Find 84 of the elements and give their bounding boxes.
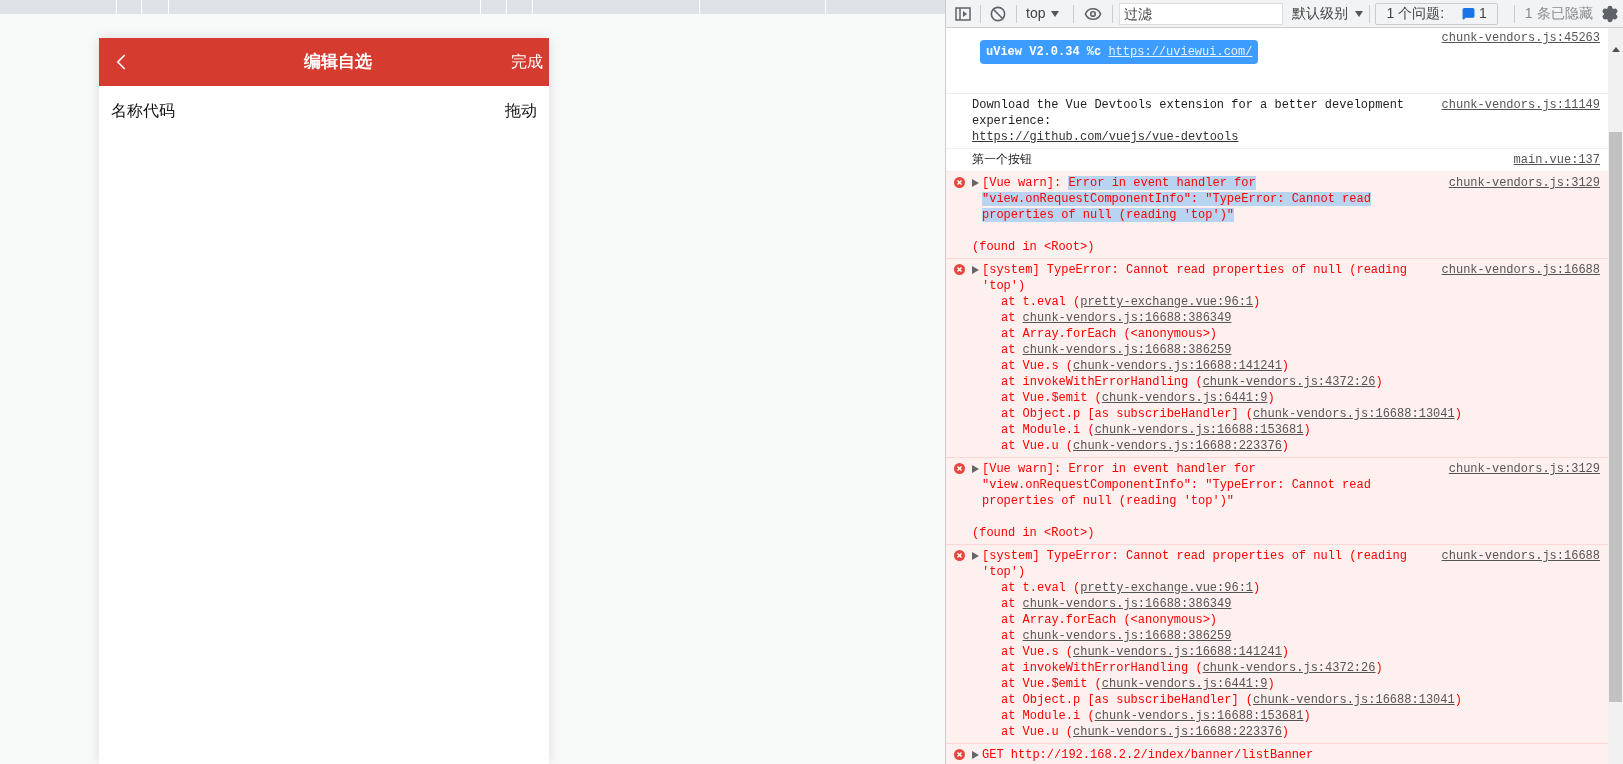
scrollbar-thumb[interactable] — [1609, 132, 1622, 702]
stack-frame: at Array.forEach (<anonymous>) — [972, 612, 1600, 628]
source-link[interactable]: chunk-vendors.js:3129 — [1448, 175, 1600, 191]
error-message: [system] TypeError: Cannot read properties of null (reading 'top') — [982, 262, 1408, 294]
message-icon — [1462, 7, 1476, 20]
source-link[interactable]: chunk-vendors.js:16688:141241 — [1073, 645, 1282, 659]
error-icon — [954, 463, 965, 474]
stack-frame: at chunk-vendors.js:16688:386349 — [972, 310, 1600, 326]
context-dropdown[interactable]: top — [1026, 3, 1060, 24]
stack-frame: at Vue.$emit (chunk-vendors.js:6441:9) — [972, 390, 1600, 406]
issues-button[interactable]: 1 个问题: 1 — [1375, 2, 1498, 25]
stack-frame: at Object.p [as subscribeHandler] (chunk-vendors.js:16688:13041) — [972, 406, 1600, 422]
stack-frame: at invokeWithErrorHandling (chunk-vendors.js:4372:26) — [972, 374, 1600, 390]
source-link[interactable]: chunk-vendors.js:4372:26 — [1202, 375, 1376, 389]
column-header: 名称代码 — [111, 101, 175, 121]
level-dropdown[interactable]: 默认级别 — [1292, 3, 1364, 24]
source-link[interactable]: chunk-vendors.js:16688:386349 — [1022, 597, 1232, 611]
error-icon — [954, 177, 965, 188]
log-message: 第一个按钮 — [972, 152, 1033, 168]
error-context: (found in <Root>) — [972, 525, 1096, 541]
source-link[interactable]: chunk-vendors.js:16688:386259 — [1022, 629, 1232, 643]
stack-frame: at Object.p [as subscribeHandler] (chunk-vendors.js:16688:13041) — [972, 692, 1600, 708]
source-link[interactable]: chunk-vendors.js:16688:153681 — [1094, 709, 1304, 723]
expand-icon[interactable] — [972, 179, 979, 187]
error-icon — [954, 749, 965, 760]
error-message: [Vue warn]: Error in event handler for "view.onRequestComponentInfo": "TypeError: Cannot read properties of null (reading 'top')" — [982, 175, 1372, 223]
source-link[interactable]: chunk-vendors.js:16688:386349 — [1022, 311, 1232, 325]
stack-frame: at Vue.s (chunk-vendors.js:16688:141241) — [972, 644, 1600, 660]
scrollbar[interactable] — [1608, 28, 1623, 764]
filter-field[interactable]: 过滤 — [1119, 2, 1284, 25]
stack-frame: at t.eval (pretty-exchange.vue:96:1) — [972, 294, 1600, 310]
stack-frame: at Array.forEach (<anonymous>) — [972, 326, 1600, 342]
stack-frame: at Vue.s (chunk-vendors.js:16688:141241) — [972, 358, 1600, 374]
stack-frame: at chunk-vendors.js:16688:386349 — [972, 596, 1600, 612]
clear-icon[interactable] — [990, 5, 1006, 22]
settings-icon[interactable] — [1600, 4, 1619, 23]
page-title: 编辑自选 — [302, 51, 373, 74]
stack-frame: at Vue.$emit (chunk-vendors.js:6441:9) — [972, 676, 1600, 692]
source-link[interactable]: chunk-vendors.js:16688:141241 — [1073, 359, 1282, 373]
url-link[interactable]: https://github.com/vuejs/vue-devtools — [972, 130, 1239, 144]
scroll-up-icon[interactable] — [1611, 47, 1620, 52]
error-message: [Vue warn]: Error in event handler for "view.onRequestComponentInfo": "TypeError: Cannot read properties of null (reading 'top')" — [982, 461, 1372, 509]
console-badge: uView V2.0.34 %c https://uviewui.com/ — [980, 40, 1259, 64]
sidebar-icon[interactable] — [955, 5, 971, 22]
expand-icon[interactable] — [972, 552, 979, 560]
stack-frame: at Module.i (chunk-vendors.js:16688:153681) — [972, 422, 1600, 438]
caret-icon — [1355, 10, 1364, 17]
source-link[interactable]: main.vue:137 — [1513, 152, 1600, 168]
source-link[interactable]: chunk-vendors.js:16688:223376 — [1073, 725, 1282, 739]
stack-frame: at Module.i (chunk-vendors.js:16688:153681) — [972, 708, 1600, 724]
source-link[interactable]: chunk-vendors.js:3129 — [1448, 461, 1600, 477]
expand-icon[interactable] — [972, 266, 979, 274]
error-context: (found in <Root>) — [972, 239, 1096, 255]
stack-frame: at chunk-vendors.js:16688:386259 — [972, 628, 1600, 644]
source-link[interactable]: chunk-vendors.js:6441:9 — [1101, 677, 1268, 691]
expand-icon[interactable] — [972, 751, 979, 759]
source-link[interactable]: pretty-exchange.vue:96:1 — [1080, 295, 1254, 309]
source-link[interactable]: chunk-vendors.js:45263 — [1441, 30, 1600, 46]
stack-frame: at invokeWithErrorHandling (chunk-vendors.js:4372:26) — [972, 660, 1600, 676]
source-link[interactable]: chunk-vendors.js:16688:153681 — [1094, 423, 1304, 437]
stack-frame: at chunk-vendors.js:16688:386259 — [972, 342, 1600, 358]
source-link[interactable]: chunk-vendors.js:16688 — [1441, 548, 1600, 564]
source-link[interactable]: chunk-vendors.js:16688:13041 — [1253, 407, 1455, 421]
stack-frame: at Vue.u (chunk-vendors.js:16688:223376) — [972, 724, 1600, 740]
error-icon — [954, 264, 965, 275]
source-link[interactable]: chunk-vendors.js:16688:13041 — [1253, 693, 1455, 707]
source-link[interactable]: chunk-vendors.js:4372:26 — [1202, 661, 1376, 675]
stack-frame: at Vue.u (chunk-vendors.js:16688:223376) — [972, 438, 1600, 454]
expand-icon[interactable] — [972, 465, 979, 473]
source-link[interactable]: chunk-vendors.js:16688:386259 — [1022, 343, 1232, 357]
error-message: GET http://192.168.2.2/index/banner/listBanner — [982, 747, 1315, 763]
error-message: [system] TypeError: Cannot read properties of null (reading 'top') — [982, 548, 1408, 580]
log-message: Download the Vue Devtools extension for a better development experience: — [972, 97, 1406, 129]
source-link[interactable]: pretty-exchange.vue:96:1 — [1080, 581, 1254, 595]
source-link[interactable]: chunk-vendors.js:11149 — [1441, 97, 1600, 113]
hidden-count: 1 条已隐藏 — [1524, 4, 1593, 23]
caret-icon — [1051, 10, 1060, 17]
column-header: 拖动 — [505, 101, 537, 121]
source-link[interactable]: chunk-vendors.js:16688:223376 — [1073, 439, 1282, 453]
error-icon — [954, 550, 965, 561]
source-link[interactable]: chunk-vendors.js:16688 — [1441, 262, 1600, 278]
done-button[interactable]: 完成 — [511, 50, 543, 74]
source-link[interactable]: chunk-vendors.js:6441:9 — [1101, 391, 1268, 405]
stack-frame: at t.eval (pretty-exchange.vue:96:1) — [972, 580, 1600, 596]
